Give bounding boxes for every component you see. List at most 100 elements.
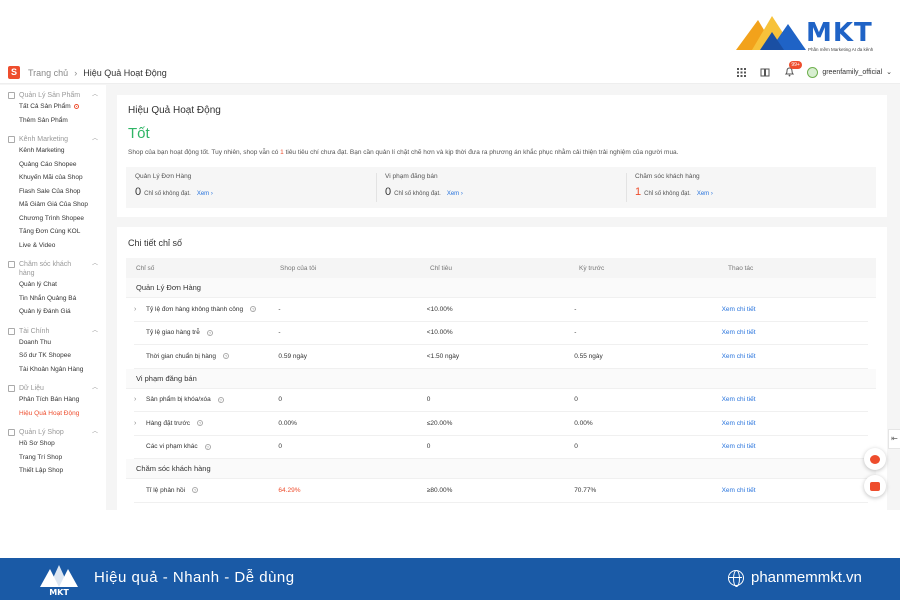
summary-card-title: Vi phạm đăng bán bbox=[385, 173, 438, 180]
breadcrumb-current: Hiệu Quả Hoạt Động bbox=[83, 68, 167, 78]
sidebar-item-kol[interactable]: Tăng Đơn Cùng KOL bbox=[0, 225, 106, 239]
sidebar-section-header[interactable]: Quản Lý Shop ︿ bbox=[0, 428, 106, 437]
summary-card-count: 1 bbox=[635, 186, 642, 198]
user-menu[interactable]: greenfamily_official ⌄ bbox=[807, 66, 892, 78]
table-row: Các vi phạm khác? 0 0 0 Xem chi tiết bbox=[134, 436, 868, 459]
chevron-down-icon: ⌄ bbox=[886, 69, 892, 76]
sidebar-item-all-products[interactable]: Tất Cả Sản Phẩm bbox=[0, 100, 106, 114]
sidebar-section-header[interactable]: Quản Lý Sản Phẩm ︿ bbox=[0, 91, 106, 100]
performance-description: Shop của bạn hoạt động tốt. Tuy nhiên, s… bbox=[128, 149, 679, 156]
sidebar-section-header[interactable]: Dữ Liệu ︿ bbox=[0, 384, 106, 393]
view-detail-link[interactable]: Xem chi tiết bbox=[722, 487, 868, 494]
metrics-detail-panel: Chi tiết chỉ số Chỉ số Shop của tôi Chỉ … bbox=[117, 227, 887, 510]
book-icon[interactable] bbox=[759, 66, 771, 78]
breadcrumb-home[interactable]: Trang chủ bbox=[28, 68, 68, 78]
box-icon bbox=[8, 92, 15, 99]
sidebar-item-revenue[interactable]: Doanh Thu bbox=[0, 336, 106, 350]
summary-card-listing-violations: Vi phạm đăng bán 0 Chỉ số không đạt. Xem… bbox=[376, 167, 626, 208]
view-detail-link[interactable]: Xem chi tiết bbox=[722, 306, 868, 313]
table-row: › Tỷ lệ đơn hàng không thành công? - <10.… bbox=[134, 298, 868, 322]
footer-website[interactable]: phanmemmkt.vn bbox=[728, 569, 862, 587]
chat-button[interactable] bbox=[864, 475, 886, 497]
sidebar-item-chat[interactable]: Quản lý Chat bbox=[0, 278, 106, 292]
sidebar-section-header[interactable]: Chăm sóc khách hàng ︿ bbox=[0, 260, 106, 278]
view-detail-link[interactable]: Xem chi tiết bbox=[722, 420, 868, 427]
chat-bubble-icon bbox=[870, 481, 880, 491]
view-detail-link[interactable]: Xem chi tiết bbox=[722, 329, 868, 336]
column-header: Thao tác bbox=[728, 264, 754, 272]
sidebar-item-shop-decoration[interactable]: Trang Trí Shop bbox=[0, 451, 106, 465]
help-icon[interactable]: ? bbox=[223, 353, 230, 360]
summary-cards: Quản Lý Đơn Hàng 0 Chỉ số không đạt. Xem… bbox=[126, 167, 876, 208]
sidebar-item-flash-sale[interactable]: Flash Sale Của Shop bbox=[0, 185, 106, 199]
mkt-footer-logo-icon: MKT bbox=[40, 565, 78, 597]
sidebar-section-marketing: Kênh Marketing ︿ Kênh Marketing Quảng Cá… bbox=[0, 135, 106, 252]
table-header: Chỉ số Shop của tôi Chỉ tiêu Kỳ trước Th… bbox=[126, 258, 876, 278]
column-header: Chỉ số bbox=[136, 264, 155, 272]
help-icon[interactable]: ? bbox=[250, 306, 257, 313]
table-group-header: Chăm sóc khách hàng bbox=[126, 459, 876, 479]
sidebar-item-reviews[interactable]: Quản lý Đánh Giá bbox=[0, 305, 106, 319]
sidebar-item-vouchers[interactable]: Mã Giảm Giá Của Shop bbox=[0, 198, 106, 212]
notification-badge: 99+ bbox=[789, 61, 802, 69]
view-detail-link[interactable]: Xem chi tiết bbox=[722, 353, 868, 360]
sidebar-item-shop-profile[interactable]: Hồ Sơ Shop bbox=[0, 437, 106, 451]
sidebar-section-title: Quản Lý Shop bbox=[19, 429, 64, 436]
chart-icon bbox=[8, 385, 15, 392]
expand-arrow-icon[interactable]: › bbox=[134, 420, 142, 427]
help-icon[interactable]: ? bbox=[206, 329, 213, 336]
wallet-icon bbox=[8, 327, 15, 335]
view-link[interactable]: Xem › bbox=[447, 191, 463, 197]
sidebar-item-sales-analytics[interactable]: Phân Tích Bán Hàng bbox=[0, 393, 106, 407]
sidebar-item-bank-account[interactable]: Tài Khoản Ngân Hàng bbox=[0, 363, 106, 377]
tag-icon bbox=[8, 136, 15, 143]
column-header: Chỉ tiêu bbox=[430, 264, 453, 272]
shopee-bag-icon[interactable]: S bbox=[8, 66, 20, 79]
summary-card-label: Chỉ số không đạt. bbox=[144, 191, 191, 197]
expand-arrow-icon[interactable]: › bbox=[134, 306, 142, 313]
view-detail-link[interactable]: Xem chi tiết bbox=[722, 443, 868, 450]
table-row: › Sản phẩm bị khóa/xóa? 0 0 0 Xem chi tiế… bbox=[134, 389, 868, 412]
globe-icon bbox=[728, 569, 744, 587]
chevron-up-icon: ︿ bbox=[91, 429, 98, 435]
view-link[interactable]: Xem › bbox=[697, 191, 713, 197]
sidebar-item-add-product[interactable]: Thêm Sản Phẩm bbox=[0, 114, 106, 128]
mkt-brand-logo: MKT Phần mềm Marketing AI đa kênh bbox=[736, 14, 886, 54]
sidebar-item-shopee-programs[interactable]: Chương Trình Shopee bbox=[0, 212, 106, 226]
view-detail-link[interactable]: Xem chi tiết bbox=[722, 396, 868, 403]
sidebar-section-title: Dữ Liệu bbox=[19, 385, 44, 392]
sidebar-item-shopee-ads[interactable]: Quảng Cáo Shopee bbox=[0, 158, 106, 172]
expand-arrow-icon[interactable]: › bbox=[134, 396, 142, 403]
help-icon[interactable]: ? bbox=[217, 396, 224, 403]
bell-icon[interactable]: 99+ bbox=[783, 61, 802, 78]
sidebar-item-balance[interactable]: Số dư TK Shopee bbox=[0, 349, 106, 363]
summary-card-title: Quản Lý Đơn Hàng bbox=[135, 173, 192, 180]
shopee-assistant-button[interactable] bbox=[864, 448, 886, 470]
sidebar: Quản Lý Sản Phẩm ︿ Tất Cả Sản Phẩm Thêm … bbox=[0, 85, 106, 510]
seller-center-app: S Trang chủ › Hiệu Quả Hoạt Động 99+ gre… bbox=[0, 61, 900, 510]
table-row: Thời gian chuẩn bị hàng? 0.59 ngày <1.50… bbox=[134, 345, 868, 369]
sidebar-section-title: Kênh Marketing bbox=[19, 136, 69, 143]
sidebar-section-shop: Quản Lý Shop ︿ Hồ Sơ Shop Trang Trí Shop… bbox=[0, 428, 106, 478]
sidebar-item-broadcast[interactable]: Tin Nhắn Quảng Bá bbox=[0, 292, 106, 306]
sidebar-item-performance[interactable]: Hiệu Quả Hoạt Động bbox=[0, 407, 106, 421]
chat-icon bbox=[8, 261, 15, 268]
sidebar-item-shop-settings[interactable]: Thiết Lập Shop bbox=[0, 464, 106, 478]
apps-grid-icon[interactable] bbox=[735, 66, 747, 78]
sidebar-item-shop-promotions[interactable]: Khuyến Mãi của Shop bbox=[0, 171, 106, 185]
footer-banner: MKT Hiệu quả - Nhanh - Dễ dùng phanmemmk… bbox=[0, 558, 900, 600]
performance-overview-panel: Hiệu Quả Hoạt Động Tốt Shop của bạn hoạt… bbox=[117, 95, 887, 217]
help-icon[interactable]: ? bbox=[192, 487, 199, 494]
sidebar-item-live-video[interactable]: Live & Video bbox=[0, 239, 106, 253]
help-icon[interactable]: ? bbox=[204, 443, 211, 450]
view-link[interactable]: Xem › bbox=[197, 191, 213, 197]
help-icon[interactable]: ? bbox=[197, 420, 204, 427]
sidebar-section-header[interactable]: Kênh Marketing ︿ bbox=[0, 135, 106, 144]
sidebar-section-title: Chăm sóc khách hàng bbox=[19, 261, 72, 277]
sidebar-section-header[interactable]: Tài Chính ︿ bbox=[0, 327, 106, 336]
column-header: Kỳ trước bbox=[579, 264, 605, 272]
chevron-up-icon: ︿ bbox=[91, 327, 98, 334]
breadcrumb: Trang chủ › Hiệu Quả Hoạt Động bbox=[28, 68, 167, 78]
collapse-panel-tab[interactable]: ⇤ bbox=[888, 429, 900, 449]
sidebar-item-marketing-channel[interactable]: Kênh Marketing bbox=[0, 144, 106, 158]
